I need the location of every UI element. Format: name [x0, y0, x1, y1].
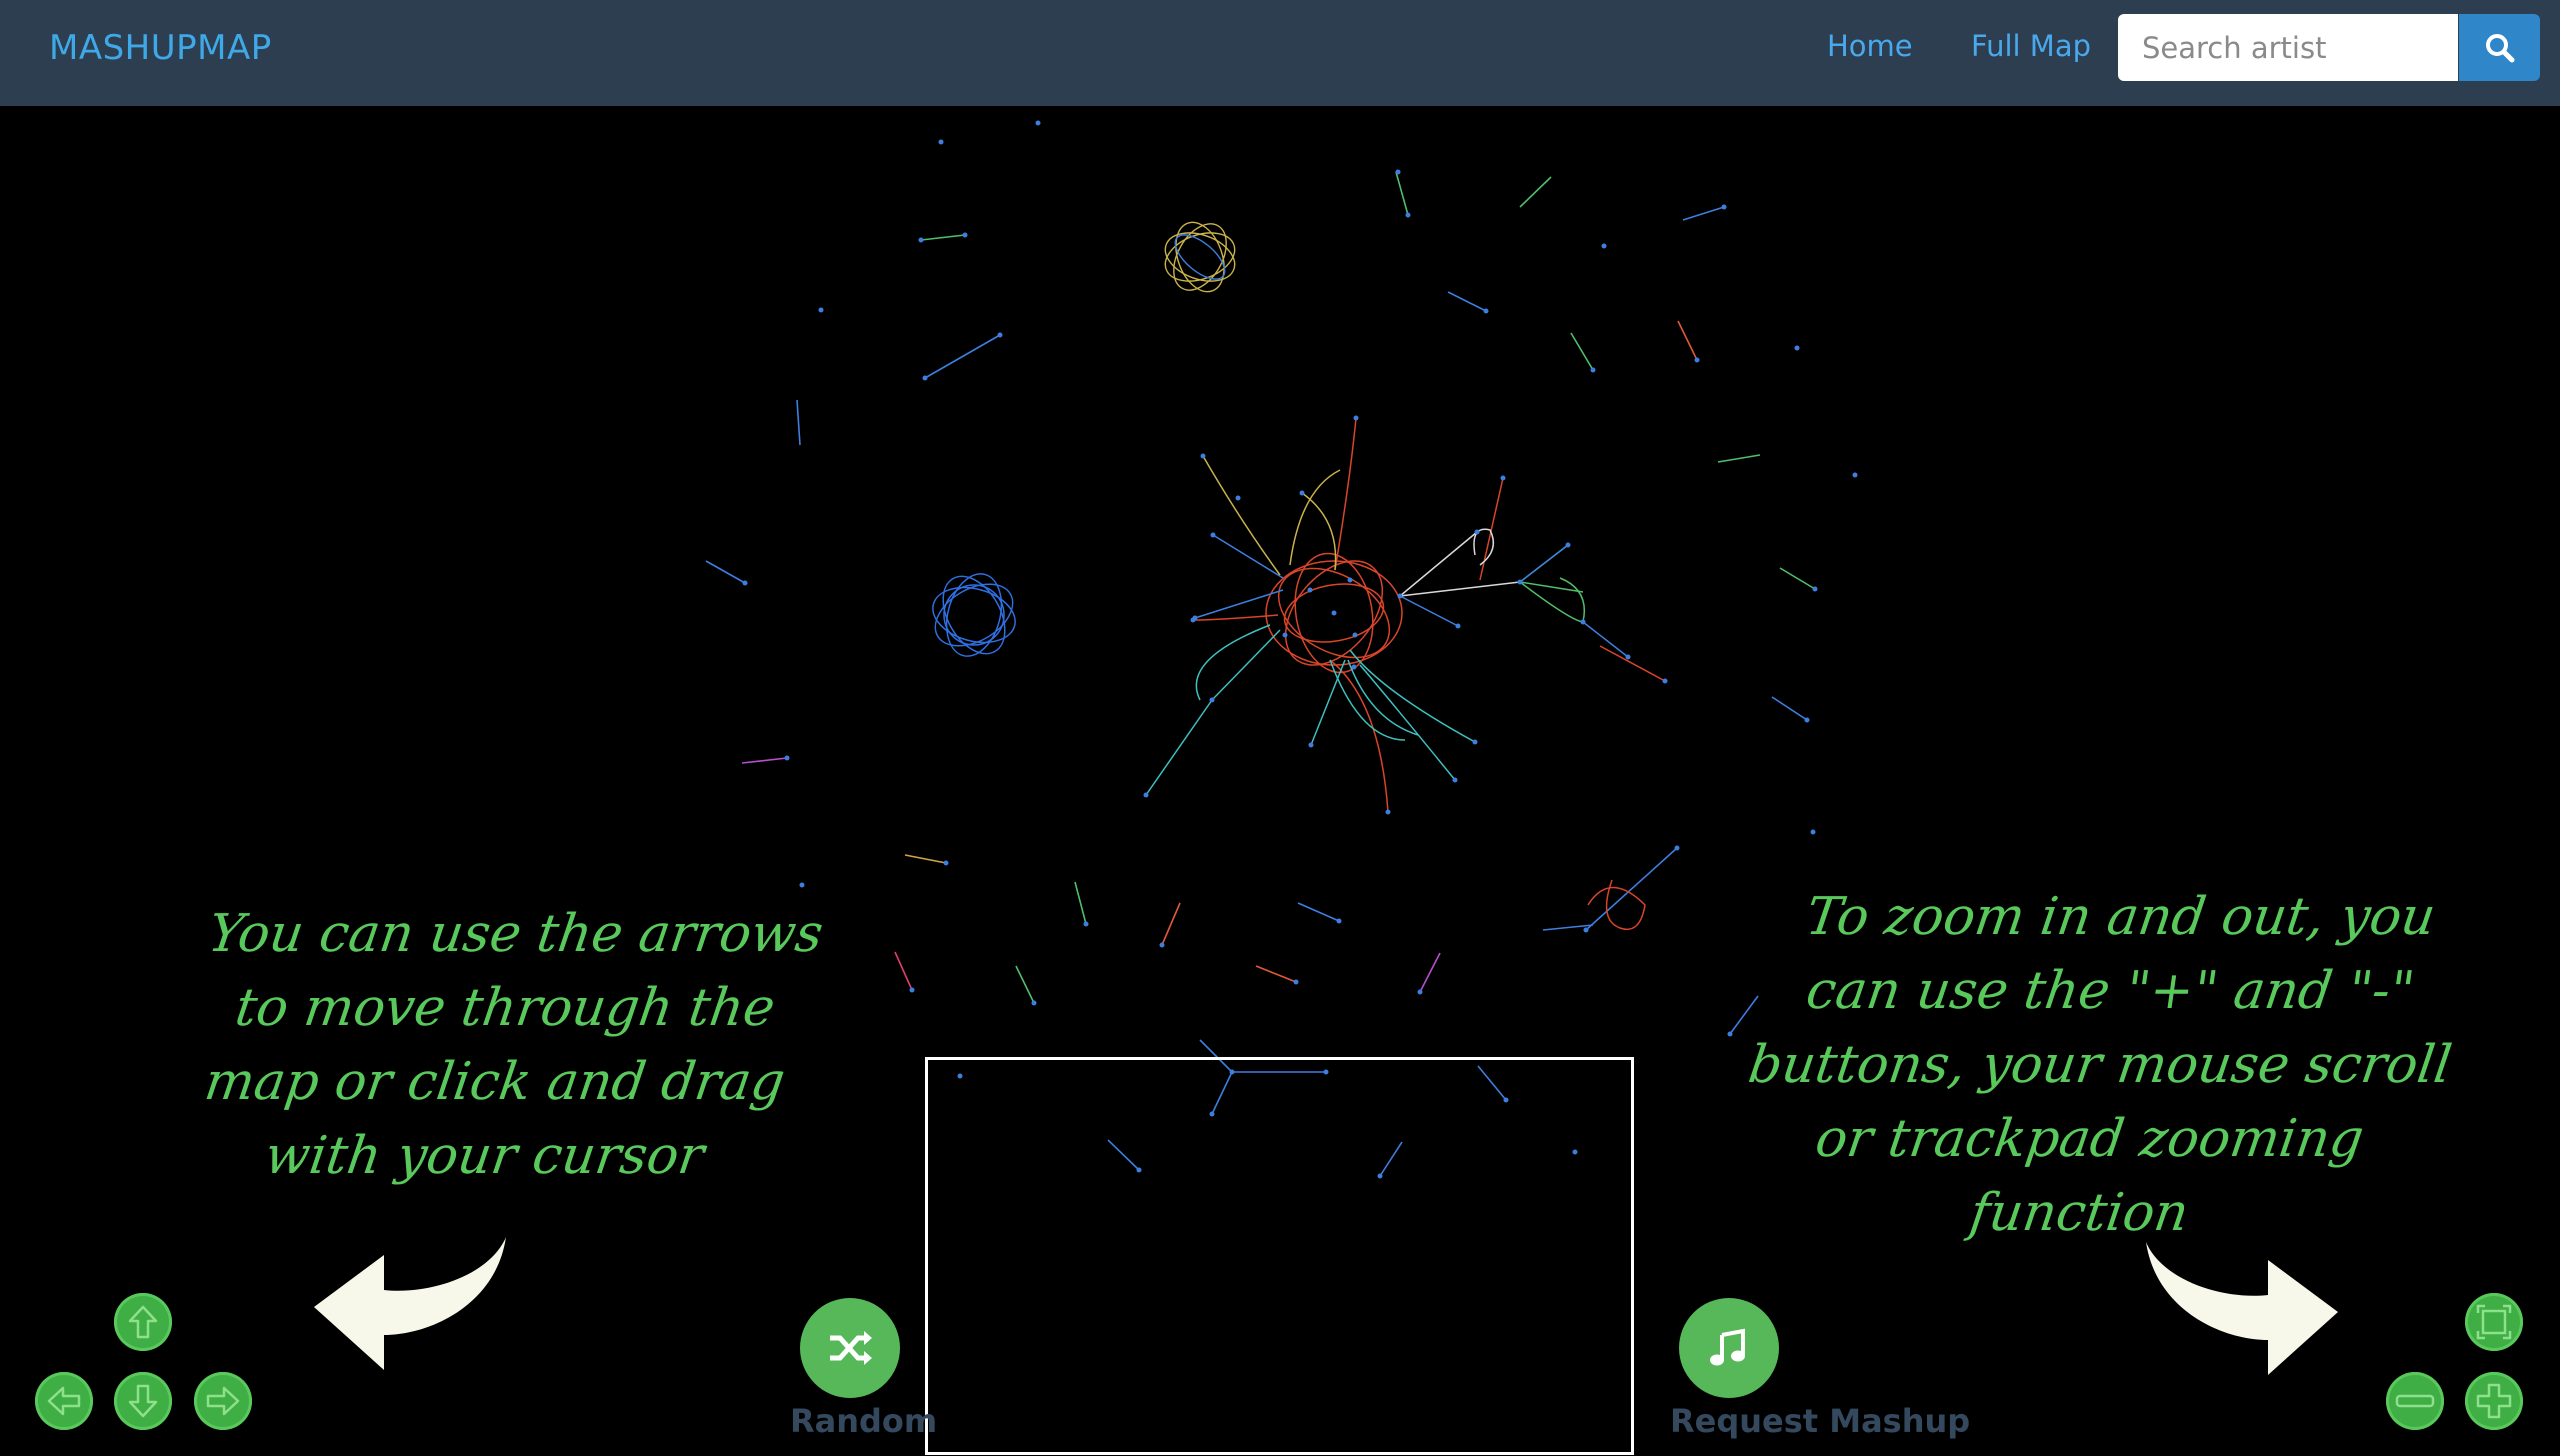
- nav-full-map-link[interactable]: Full Map: [1971, 29, 2091, 63]
- central-red-cluster: [1143, 415, 1668, 930]
- blue-cluster: [932, 573, 1016, 657]
- arrow-down-icon: [128, 1384, 158, 1418]
- arrow-up-icon: [128, 1305, 158, 1339]
- random-label[interactable]: Random: [790, 1402, 937, 1440]
- pan-right-button[interactable]: [194, 1372, 252, 1430]
- arrow-right-icon: [206, 1386, 240, 1416]
- fit-screen-icon: [2476, 1304, 2512, 1340]
- brand-logo[interactable]: MASHUPMAP: [49, 28, 272, 68]
- pan-down-button[interactable]: [114, 1372, 172, 1430]
- zoom-instructions-text: To zoom in and out, you can use the "+" …: [1744, 887, 2456, 1243]
- request-mashup-label[interactable]: Request Mashup: [1670, 1402, 1970, 1440]
- random-button[interactable]: [800, 1298, 900, 1398]
- music-note-icon: [1710, 1328, 1745, 1366]
- isolated-nodes: [742, 120, 1858, 1179]
- fit-screen-button[interactable]: [2465, 1293, 2523, 1351]
- navbar: MASHUPMAP Home Full Map: [0, 0, 2560, 106]
- arrow-left-icon: [47, 1386, 81, 1416]
- zoom-out-icon: [2395, 1394, 2435, 1408]
- pan-up-button[interactable]: [114, 1293, 172, 1351]
- yellow-cluster: [1164, 221, 1236, 293]
- zoom-out-button[interactable]: [2386, 1372, 2444, 1430]
- viewport-minimap[interactable]: [925, 1057, 1634, 1455]
- pan-instructions-text: You can use the arrows to move through t…: [201, 904, 827, 1186]
- shuffle-icon: [830, 1331, 872, 1365]
- curved-arrow-left-icon: [314, 1237, 506, 1370]
- search-icon: [2485, 33, 2514, 62]
- search-button[interactable]: [2459, 14, 2540, 81]
- nav-home-link[interactable]: Home: [1827, 29, 1913, 63]
- search-artist-input[interactable]: [2118, 14, 2458, 81]
- pan-left-button[interactable]: [35, 1372, 93, 1430]
- zoom-in-icon: [2476, 1383, 2512, 1419]
- curved-arrow-right-icon: [2146, 1242, 2338, 1375]
- request-mashup-button[interactable]: [1679, 1298, 1779, 1398]
- isolated-edges: [705, 171, 1816, 1177]
- zoom-in-button[interactable]: [2465, 1372, 2523, 1430]
